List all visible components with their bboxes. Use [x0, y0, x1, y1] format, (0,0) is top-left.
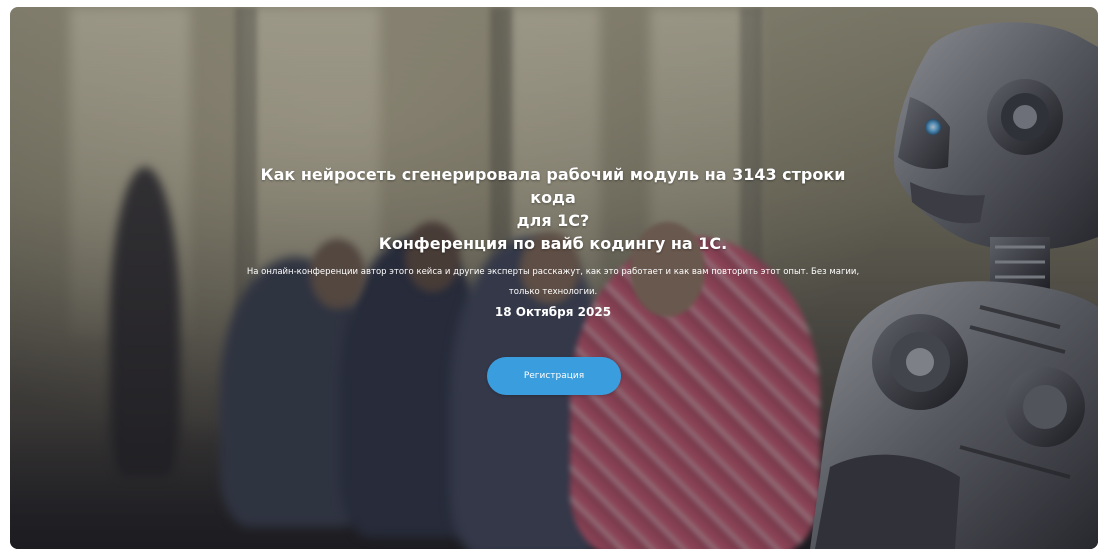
title-line-3: Конференция по вайб кодингу на 1С. — [378, 234, 728, 253]
register-button[interactable]: Регистрация — [487, 357, 621, 395]
title-line-1: Как нейросеть сгенерировала рабочий моду… — [260, 165, 846, 207]
event-description: На онлайн-конференции автор этого кейса … — [246, 267, 860, 297]
event-date: 18 Октября 2025 — [494, 305, 612, 319]
page-title: Как нейросеть сгенерировала рабочий моду… — [253, 163, 853, 255]
hero-content: Как нейросеть сгенерировала рабочий моду… — [0, 0, 1106, 553]
title-line-2: для 1С? — [516, 211, 590, 230]
